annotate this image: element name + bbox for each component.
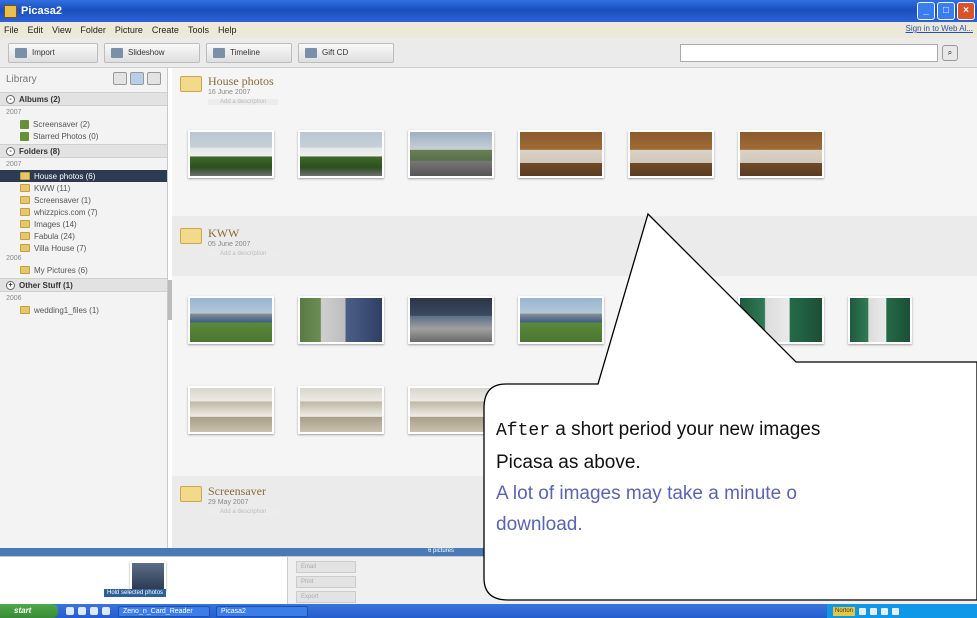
callout-line-1: a short period your new images [550, 419, 821, 440]
callout-text: After a short period your new images Pic… [496, 414, 977, 540]
callout-line-1-mono: After [496, 421, 551, 441]
callout-line-4: download. [496, 514, 583, 535]
callout-line-2: Picasa as above. [496, 452, 641, 473]
callout-line-3: A lot of images may take a minute o [496, 483, 797, 504]
